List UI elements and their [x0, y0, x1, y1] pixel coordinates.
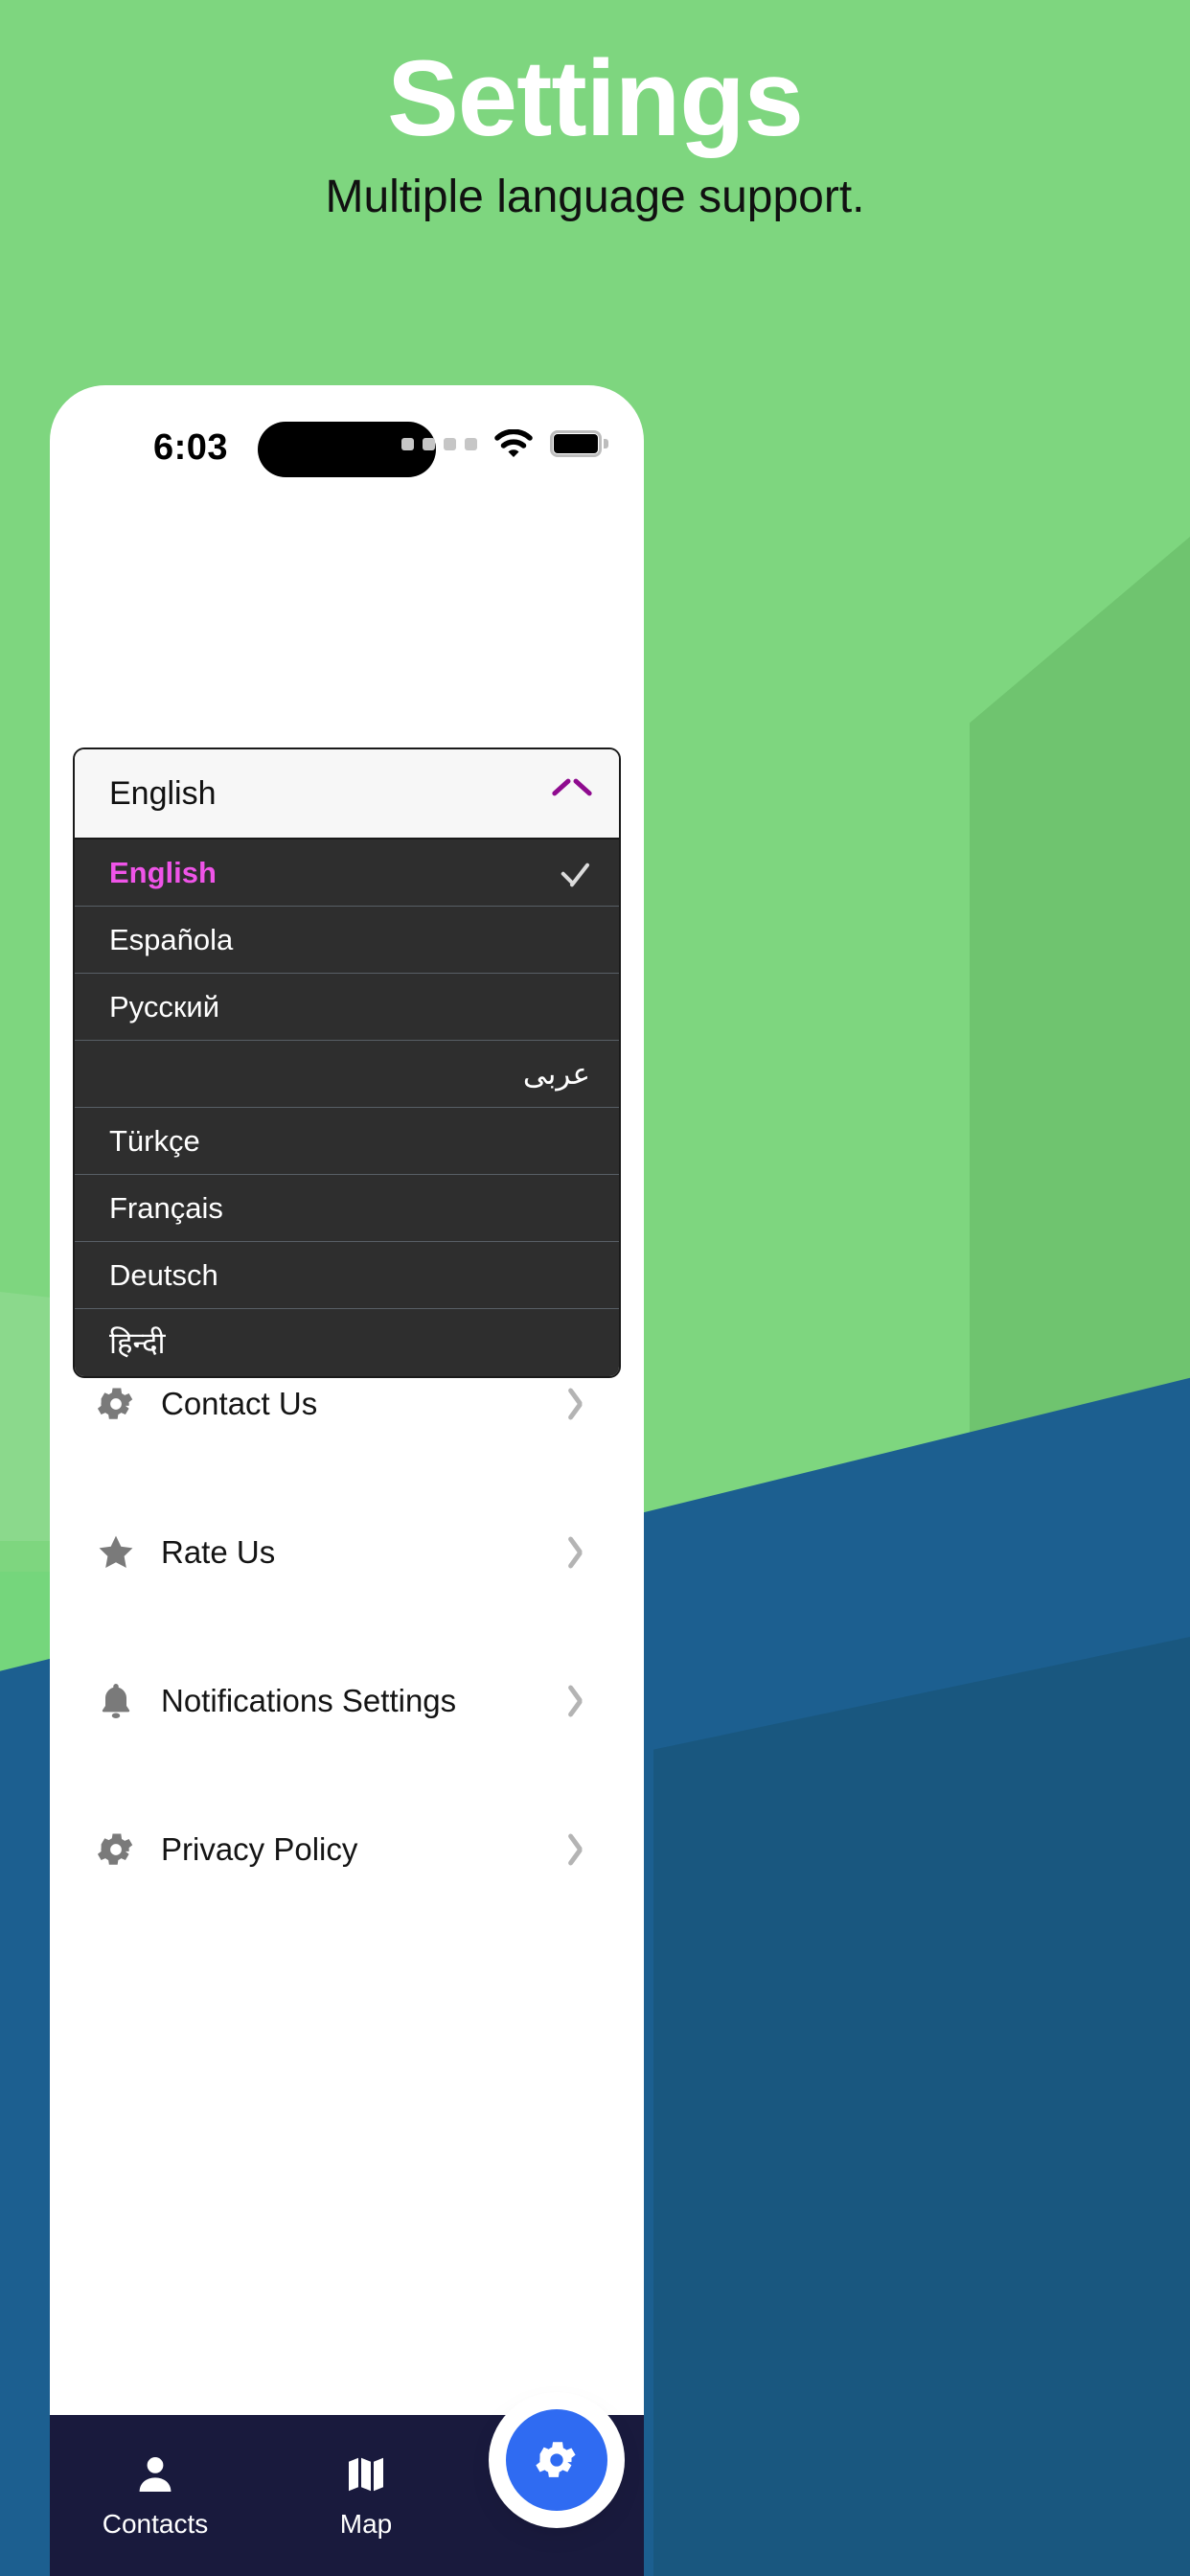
settings-menu-list: Contact Us Rate Us Notifications Setting… — [73, 1353, 621, 1899]
language-dropdown[interactable]: English English Española Русский عربى Tü… — [73, 748, 621, 1378]
menu-item-label: Contact Us — [161, 1385, 318, 1421]
language-option-label: Русский — [109, 989, 220, 1024]
language-option-russian[interactable]: Русский — [75, 974, 619, 1041]
phone-mockup: 6:03 English English Española Русский عر… — [50, 385, 644, 2576]
star-icon — [86, 1531, 146, 1574]
check-icon — [558, 857, 590, 889]
language-option-label: Türkçe — [109, 1123, 200, 1158]
chevron-right-icon — [575, 1829, 602, 1870]
signal-dots-icon — [401, 437, 477, 450]
chevron-up-icon[interactable] — [554, 784, 590, 803]
nav-item-label: Contacts — [102, 2509, 209, 2539]
language-option-label: English — [109, 855, 217, 889]
map-icon — [343, 2451, 389, 2497]
settings-fab-button[interactable] — [506, 2409, 607, 2511]
language-option-label: Deutsch — [109, 1257, 218, 1292]
menu-item-label: Privacy Policy — [161, 1830, 358, 1867]
battery-full-icon — [550, 430, 608, 457]
language-option-list: English Española Русский عربى Türkçe Fra… — [75, 840, 619, 1376]
chevron-right-icon — [575, 1532, 602, 1573]
chevron-right-icon — [575, 1681, 602, 1721]
wifi-icon — [494, 429, 533, 458]
menu-item-label: Notifications Settings — [161, 1682, 457, 1718]
nav-item-map[interactable]: Map — [261, 2415, 471, 2576]
gear-icon — [86, 1828, 146, 1871]
page-title: Settings — [387, 38, 804, 158]
gear-icon — [533, 2436, 581, 2484]
language-selected-value: English — [109, 774, 217, 812]
language-option-german[interactable]: Deutsch — [75, 1242, 619, 1309]
language-option-turkish[interactable]: Türkçe — [75, 1108, 619, 1175]
background-blue-dark-shape — [653, 1637, 1190, 2576]
language-option-english[interactable]: English — [75, 840, 619, 907]
menu-item-privacy-policy[interactable]: Privacy Policy — [73, 1799, 621, 1899]
language-option-label: عربى — [522, 1056, 590, 1091]
language-option-espanola[interactable]: Española — [75, 907, 619, 974]
nav-item-label: Map — [339, 2509, 393, 2539]
status-time: 6:03 — [153, 427, 229, 468]
language-option-label: Española — [109, 922, 234, 956]
menu-item-rate-us[interactable]: Rate Us — [73, 1502, 621, 1602]
menu-spacer — [73, 1602, 621, 1650]
promo-header: Settings Multiple language support. — [0, 0, 1190, 223]
person-icon — [132, 2451, 178, 2497]
bell-icon — [86, 1680, 146, 1722]
menu-spacer — [73, 1751, 621, 1799]
nav-item-contacts[interactable]: Contacts — [50, 2415, 261, 2576]
language-dropdown-toggle[interactable]: English — [75, 749, 619, 840]
menu-spacer — [73, 1454, 621, 1502]
language-option-arabic[interactable]: عربى — [75, 1041, 619, 1108]
status-bar: 6:03 — [50, 385, 644, 498]
menu-item-notifications-settings[interactable]: Notifications Settings — [73, 1650, 621, 1751]
language-option-label: Français — [109, 1190, 223, 1225]
menu-item-label: Rate Us — [161, 1533, 276, 1570]
language-option-french[interactable]: Français — [75, 1175, 619, 1242]
chevron-right-icon — [575, 1384, 602, 1424]
page-subtitle: Multiple language support. — [325, 171, 865, 222]
status-indicators — [401, 429, 608, 458]
gear-icon — [86, 1383, 146, 1425]
menu-item-contact-us[interactable]: Contact Us — [73, 1353, 621, 1454]
